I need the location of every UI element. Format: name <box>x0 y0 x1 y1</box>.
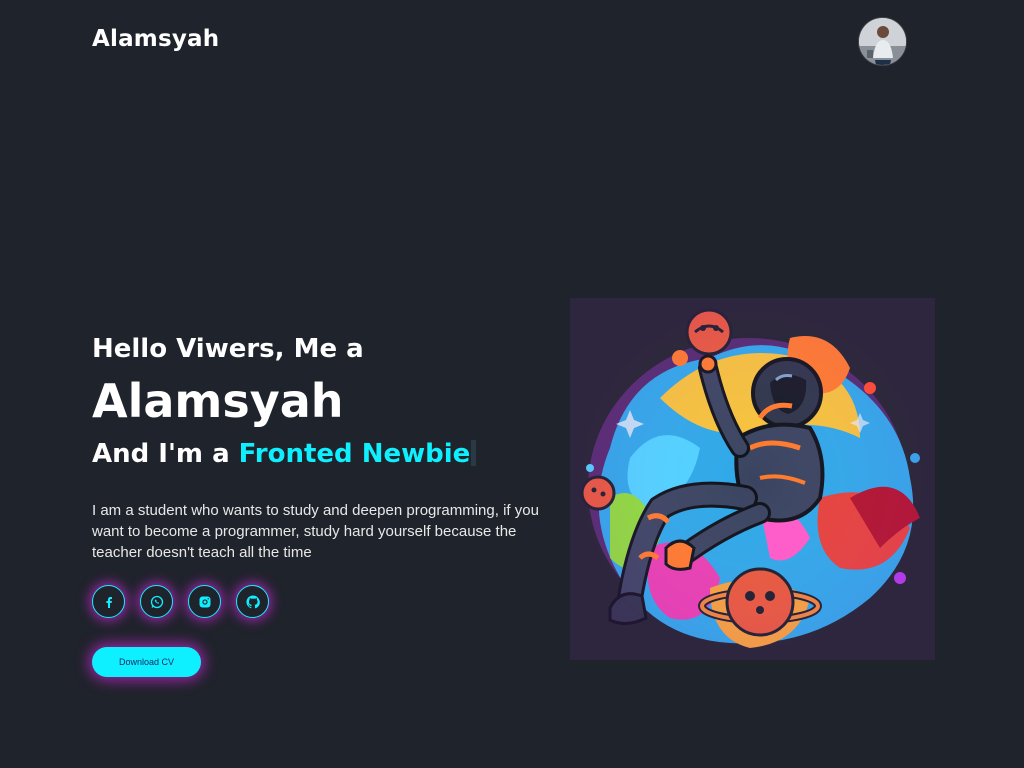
site-logo[interactable]: Alamsyah <box>92 26 219 52</box>
astronaut-illustration <box>570 298 935 660</box>
hero-section: Hello Viwers, Me a Alamsyah And I'm a Fr… <box>92 330 582 563</box>
download-cv-button[interactable]: Download CV <box>92 647 201 677</box>
social-links <box>92 585 269 618</box>
facebook-link[interactable] <box>92 585 125 618</box>
hero-description: I am a student who wants to study and de… <box>92 502 539 561</box>
whatsapp-icon <box>150 595 163 608</box>
whatsapp-link[interactable] <box>140 585 173 618</box>
instagram-link[interactable] <box>188 585 221 618</box>
avatar[interactable] <box>859 18 906 65</box>
hero-greeting: Hello Viwers, Me a <box>92 334 364 364</box>
portfolio-page: Alamsyah Hello Viwers, Me a Alamsyah And… <box>0 0 1024 768</box>
role-prefix: And I'm a <box>92 439 239 469</box>
hero-role: And I'm a Fronted Newbie <box>92 436 582 472</box>
instagram-icon <box>199 596 210 607</box>
facebook-icon <box>105 596 112 608</box>
github-icon <box>245 594 260 608</box>
role-highlight: Fronted Newbie <box>238 439 471 469</box>
hero-name: Alamsyah <box>92 374 344 428</box>
github-link[interactable] <box>236 585 269 618</box>
typing-cursor <box>471 440 477 466</box>
